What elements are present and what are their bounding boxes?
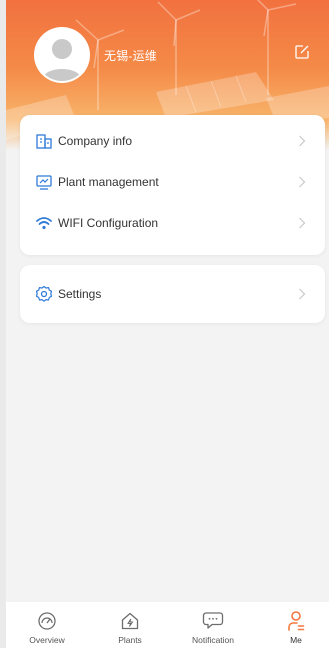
house-lightning-icon [119,610,141,632]
menu-item-label: WIFI Configuration [58,216,159,230]
tab-label: Notification [191,635,235,645]
menu-item-settings[interactable]: Settings [20,274,325,314]
bottom-tab-bar: Overview Plants Notification Me [6,602,329,648]
tab-notification[interactable]: Notification [178,602,248,648]
person-icon [285,610,307,632]
menu-card-main: Company info Plant management WIFI Confi… [20,115,325,255]
menu-item-label: Plant management [58,175,159,189]
tab-label: Plants [118,635,142,645]
menu-card-settings: Settings [20,265,325,323]
tab-plants[interactable]: Plants [95,602,165,648]
chevron-right-icon [297,216,307,230]
chevron-right-icon [297,175,307,189]
menu-item-label: Company info [58,134,133,148]
menu-item-plant-management[interactable]: Plant management [20,162,325,202]
building-icon [34,131,54,151]
chevron-right-icon [297,287,307,301]
avatar[interactable] [34,27,90,83]
wifi-icon [34,213,54,233]
menu-item-label: Settings [58,287,102,301]
monitor-chart-icon [34,172,54,192]
gear-icon [34,284,54,304]
dashboard-gauge-icon [36,610,58,632]
tab-label: Overview [29,635,65,645]
user-avatar-icon [36,29,88,81]
menu-item-wifi-configuration[interactable]: WIFI Configuration [20,203,325,243]
chat-bubble-icon [202,610,224,632]
tab-me[interactable]: Me [261,602,329,648]
tab-overview[interactable]: Overview [12,602,82,648]
menu-item-company-info[interactable]: Company info [20,121,325,161]
username: 无锡-运维 [104,49,157,63]
edit-profile-button[interactable] [294,44,316,66]
chevron-right-icon [297,134,307,148]
edit-icon [295,45,309,59]
tab-label: Me [290,635,302,645]
